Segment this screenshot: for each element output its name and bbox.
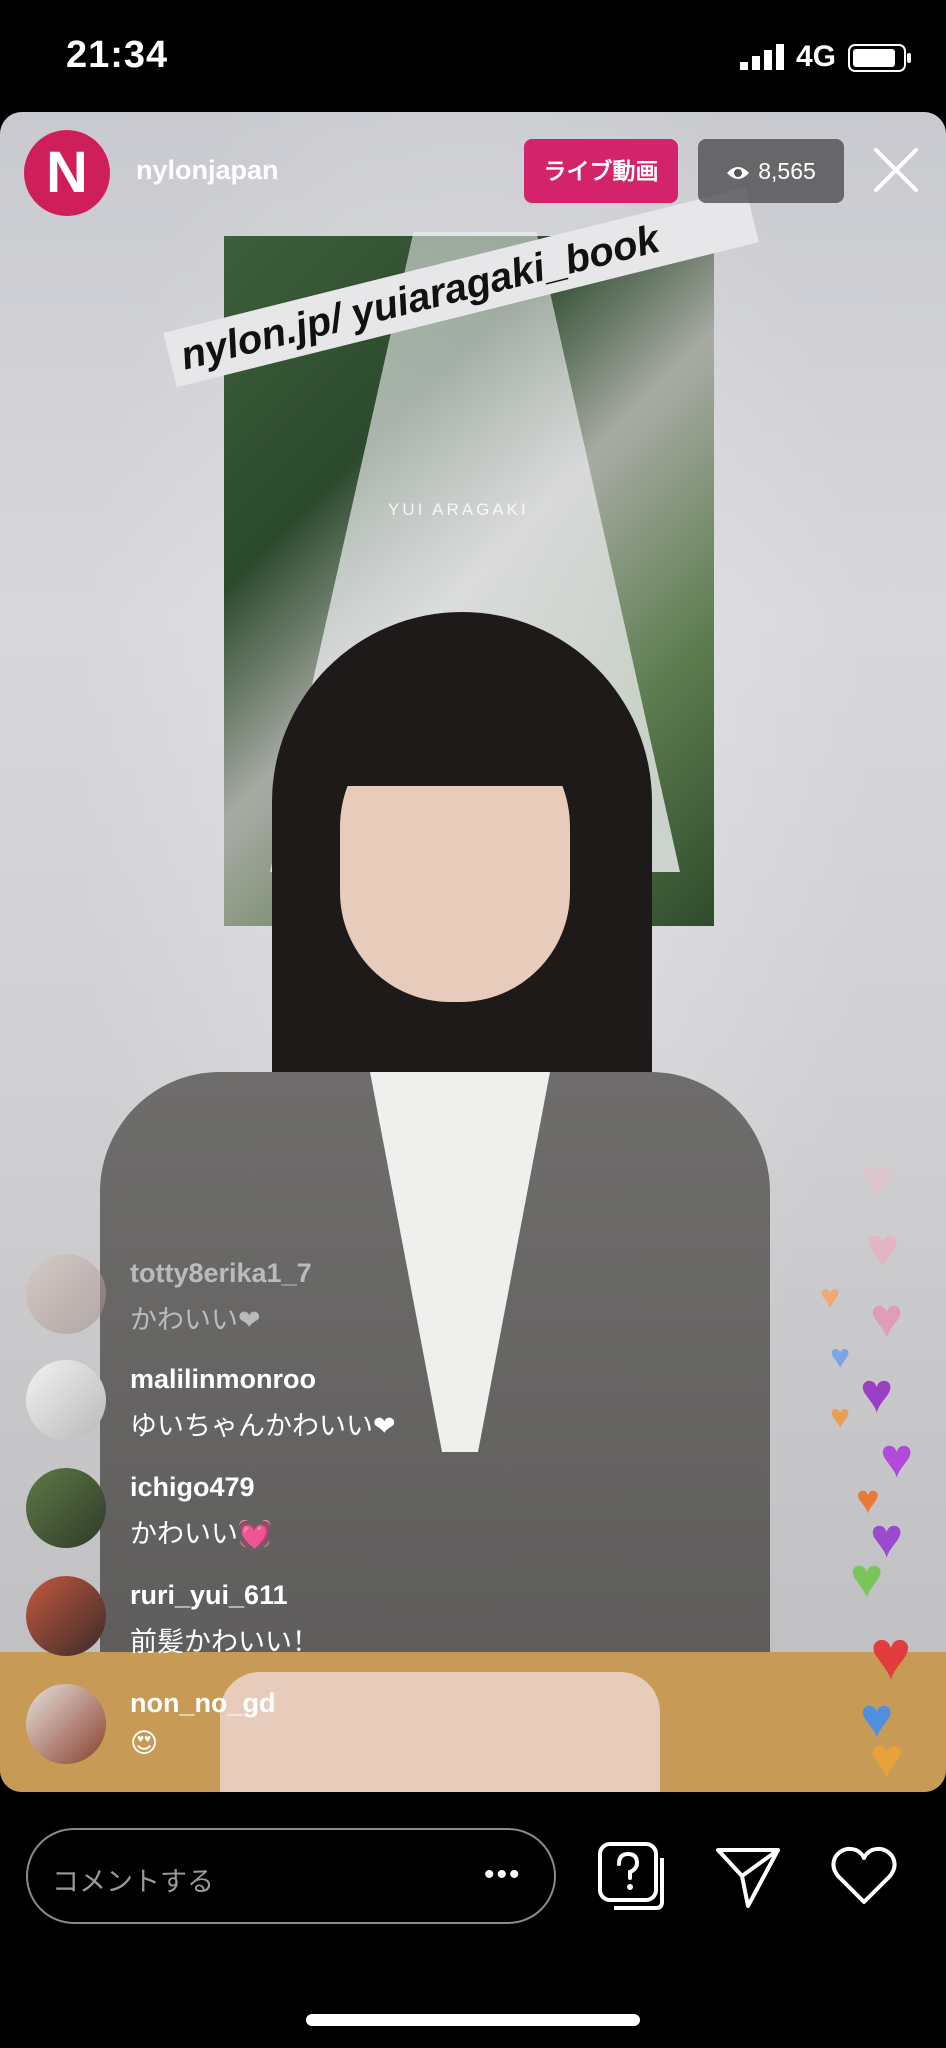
- live-badge: ライブ動画: [524, 139, 678, 203]
- poster-title: YUI ARAGAKI: [388, 500, 529, 519]
- heart-icon: ♥: [830, 1398, 851, 1436]
- comment-avatar[interactable]: [26, 1468, 106, 1548]
- comment-text: かわいい💓: [130, 1519, 272, 1549]
- floating-hearts: ♥ ♥ ♥ ♥ ♥ ♥ ♥ ♥ ♥ ♥ ♥ ♥ ♥ ♥: [820, 1150, 940, 1800]
- heart-icon: ♥: [880, 1426, 914, 1489]
- comment-text: かわいい❤: [130, 1305, 261, 1335]
- comment-item[interactable]: ruri_yui_611 前髪かわいい！: [26, 1576, 586, 1676]
- comment-text: 前髪かわいい！: [130, 1627, 319, 1657]
- comment-username: totty8erika1_7: [130, 1258, 312, 1288]
- comment-item[interactable]: totty8erika1_7 かわいい❤: [26, 1254, 586, 1354]
- home-indicator[interactable]: [306, 2014, 640, 2026]
- question-sticker-icon[interactable]: [596, 1840, 668, 1912]
- person-bangs: [332, 694, 582, 786]
- heart-icon: ♥: [860, 1146, 894, 1209]
- network-label: 4G: [796, 40, 837, 73]
- comment-text: ゆいちゃんかわいい❤: [130, 1411, 396, 1441]
- send-icon[interactable]: [712, 1840, 784, 1912]
- comment-avatar[interactable]: [26, 1360, 106, 1440]
- comment-username: ichigo479: [130, 1472, 255, 1502]
- comment-avatar[interactable]: [26, 1684, 106, 1764]
- comment-avatar[interactable]: [26, 1254, 106, 1334]
- status-bar: 21:34 4G: [0, 0, 946, 112]
- more-options-icon[interactable]: •••: [484, 1858, 522, 1892]
- heart-icon: ♥: [850, 1546, 884, 1609]
- comment-username: non_no_gd: [130, 1688, 276, 1718]
- signal-icon: [740, 44, 784, 70]
- heart-icon: ♥: [830, 1338, 851, 1376]
- host-handle[interactable]: nylonjapan: [136, 155, 279, 186]
- comment-text: 😍: [130, 1728, 159, 1758]
- comment-username: malilinmonroo: [130, 1364, 317, 1394]
- viewer-count: 8,565: [758, 158, 816, 184]
- status-time: 21:34: [66, 34, 169, 76]
- close-icon[interactable]: [868, 142, 924, 198]
- comment-item[interactable]: ichigo479 かわいい💓: [26, 1468, 586, 1568]
- comment-placeholder: コメントする: [52, 1867, 214, 1897]
- comment-username: ruri_yui_611: [130, 1580, 288, 1610]
- heart-icon: ♥: [870, 1726, 904, 1789]
- heart-icon: ♥: [870, 1286, 904, 1349]
- battery-icon: [848, 44, 911, 72]
- viewer-count-badge[interactable]: 8,565: [698, 139, 844, 203]
- heart-icon: ♥: [870, 1616, 912, 1694]
- eye-icon: [727, 166, 750, 179]
- heart-icon[interactable]: [828, 1840, 900, 1912]
- comment-item[interactable]: non_no_gd 😍: [26, 1684, 586, 1784]
- heart-icon: ♥: [866, 1216, 900, 1279]
- host-avatar-logo: N: [46, 140, 88, 205]
- heart-icon: ♥: [820, 1278, 841, 1316]
- comment-avatar[interactable]: [26, 1576, 106, 1656]
- comment-item[interactable]: malilinmonroo ゆいちゃんかわいい❤: [26, 1360, 586, 1460]
- heart-icon: ♥: [860, 1361, 894, 1424]
